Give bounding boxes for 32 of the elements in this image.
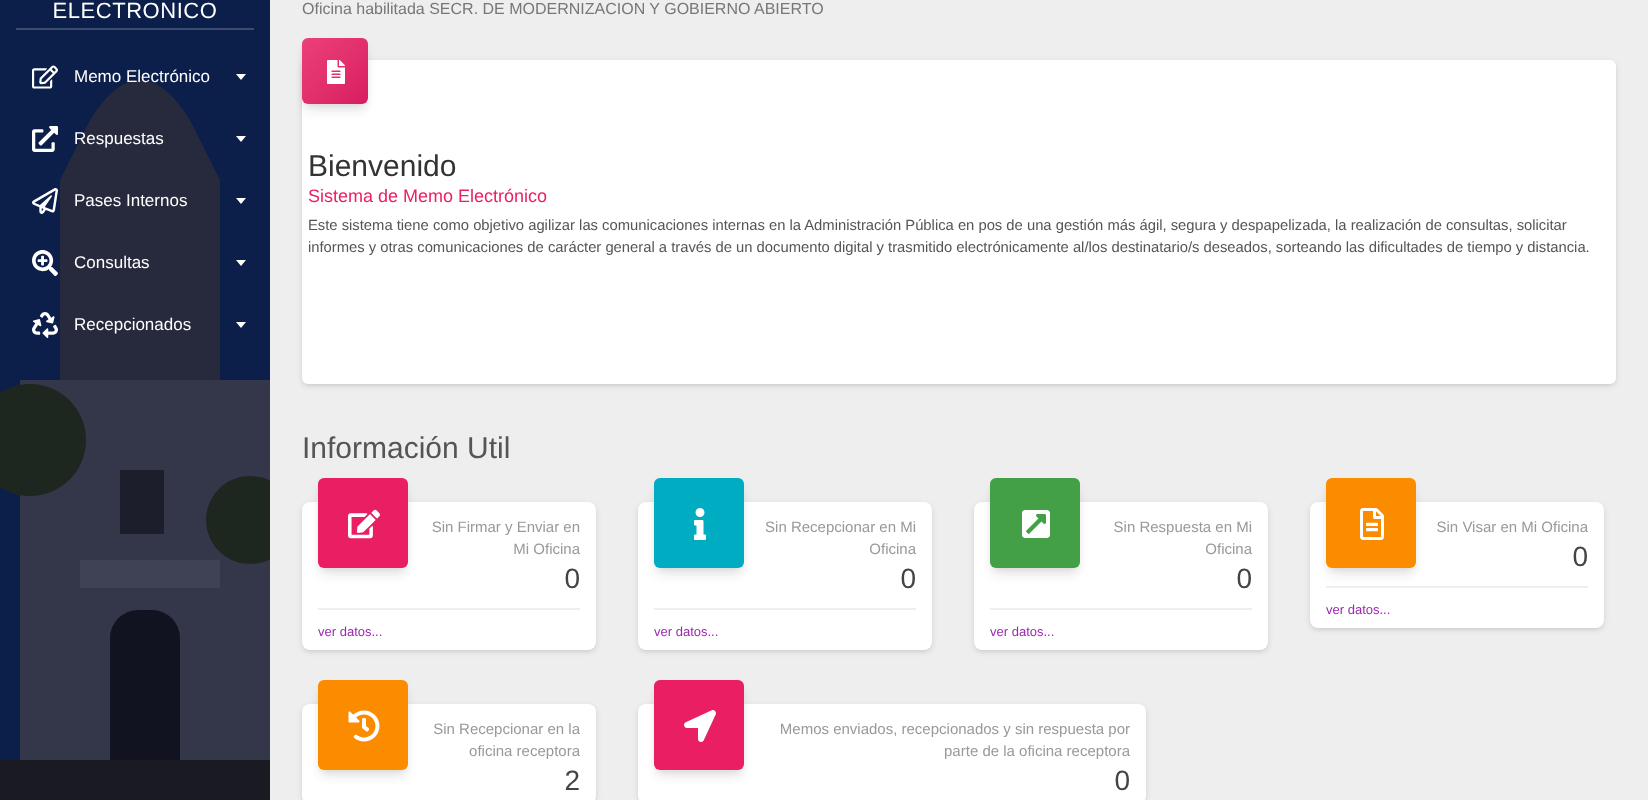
brand-title: ELECTRONICO: [52, 0, 218, 24]
welcome-subtitle: Sistema de Memo Electrónico: [308, 184, 550, 208]
menu-item[interactable]: Recepcionados: [0, 294, 270, 356]
document-icon: [325, 59, 345, 83]
zoom-in-icon: [32, 250, 58, 276]
card-count: 0: [562, 560, 580, 596]
paper-plane-icon: [32, 188, 58, 214]
card-count: 0: [1234, 560, 1252, 596]
menu-item[interactable]: Consultas: [0, 232, 270, 294]
edit-icon: [347, 507, 379, 539]
external-link-icon: [32, 126, 58, 152]
arrow-icon: [683, 709, 715, 741]
menu-item[interactable]: Pases Internos: [0, 170, 270, 232]
menu-item[interactable]: Memo Electrónico: [0, 46, 270, 108]
office-label: Oficina habilitada SECR. DE MODERNIZACION Y GOBIERNO ABIERTO: [302, 0, 826, 20]
card-count: 0: [898, 560, 916, 596]
section-title: Información Util: [302, 432, 513, 468]
edit-icon: [32, 64, 58, 90]
history-icon: [347, 709, 379, 741]
card-count: 0: [1112, 762, 1130, 798]
recycle-icon: [32, 312, 58, 338]
caret-icon: [236, 260, 246, 266]
caret-icon: [236, 136, 246, 142]
caret-icon: [236, 74, 246, 80]
welcome-title: Bienvenido: [308, 150, 459, 184]
card-count: 2: [562, 762, 580, 798]
menu-item[interactable]: Respuestas: [0, 108, 270, 170]
external-link-icon: [1019, 507, 1051, 539]
card-count: 0: [1570, 538, 1588, 574]
caret-icon: [236, 322, 246, 328]
caret-icon: [236, 198, 246, 204]
document-icon: [1355, 507, 1387, 539]
